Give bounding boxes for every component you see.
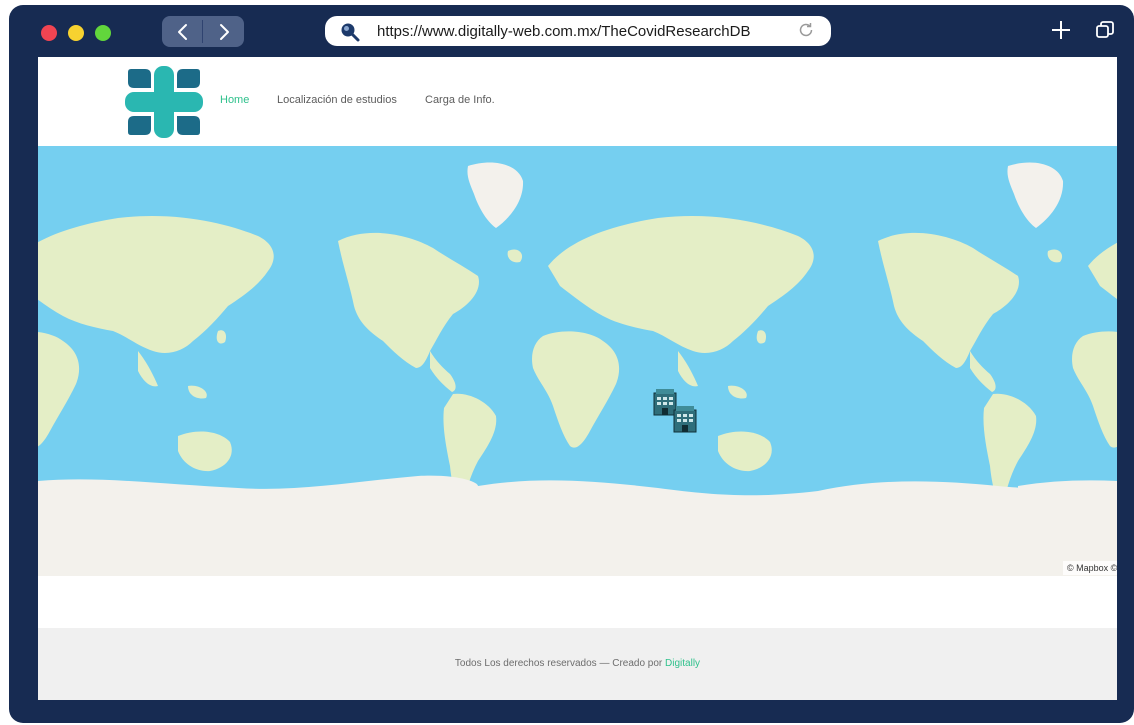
minimize-window-button[interactable] <box>68 25 84 41</box>
page-viewport: Home Localización de estudios Carga de I… <box>38 57 1117 700</box>
history-nav <box>162 16 244 47</box>
footer-text: Todos Los derechos reservados — Creado p… <box>38 658 1117 669</box>
back-button[interactable] <box>162 16 203 47</box>
nav-home[interactable]: Home <box>220 94 249 106</box>
forward-button[interactable] <box>203 16 244 47</box>
chevron-right-icon <box>219 23 229 40</box>
site-logo[interactable] <box>125 66 203 138</box>
nav-carga-de-info[interactable]: Carga de Info. <box>425 94 495 106</box>
new-tab-icon[interactable] <box>1050 19 1072 41</box>
building-icon[interactable] <box>672 406 698 434</box>
search-icon <box>341 23 360 42</box>
site-header: Home Localización de estudios Carga de I… <box>38 57 1117 146</box>
site-footer: Todos Los derechos reservados — Creado p… <box>38 628 1117 700</box>
world-map-tiles <box>38 162 1117 576</box>
chevron-left-icon <box>177 23 187 40</box>
nav-localizacion-de-estudios[interactable]: Localización de estudios <box>277 94 397 106</box>
reload-icon[interactable] <box>797 21 815 39</box>
url-text[interactable]: https://www.digitally-web.com.mx/TheCovi… <box>377 23 750 40</box>
world-map[interactable] <box>38 146 1117 576</box>
map-attribution[interactable]: © Mapbox © <box>1063 561 1117 575</box>
close-window-button[interactable] <box>41 25 57 41</box>
address-bar[interactable]: https://www.digitally-web.com.mx/TheCovi… <box>325 16 831 46</box>
maximize-window-button[interactable] <box>95 25 111 41</box>
tabs-overview-icon[interactable] <box>1095 20 1115 40</box>
footer-copyright: Todos Los derechos reservados — Creado p… <box>454 658 666 669</box>
footer-digitally-link[interactable]: Digitally <box>665 658 700 669</box>
